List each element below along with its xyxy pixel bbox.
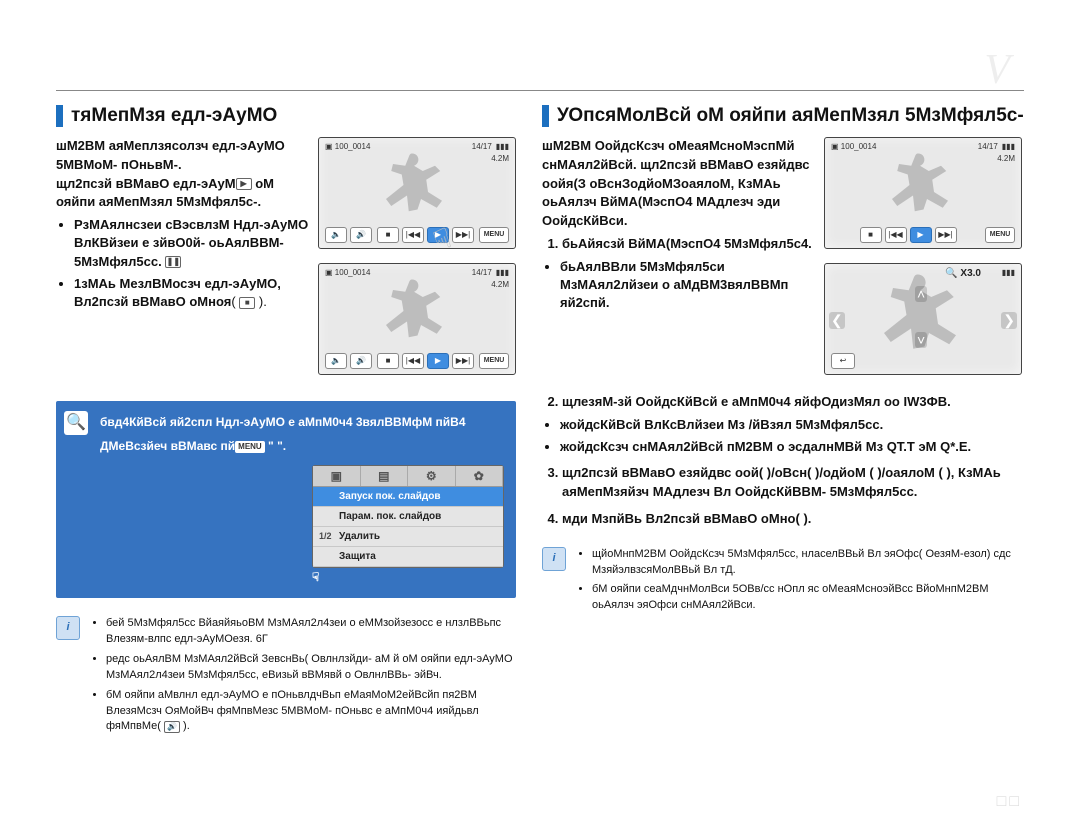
arrow-down-icon[interactable]: ˅ [915, 332, 927, 348]
touch-finger-icon: ☟ [312, 568, 504, 586]
ghost-letter: V [984, 46, 1010, 94]
right-step-1a: бьАялВВли 5МзМфял5си МзМАял2лйзеи о аМдВ… [560, 258, 814, 313]
lcd-resolution: 4.2M [491, 154, 509, 163]
lcd-preview-playback-2: ▣ 100_0014 14/17 ▮▮▮ 4.2M [318, 263, 516, 375]
menu-button[interactable]: MENU [479, 227, 509, 243]
lcd-counter: 14/17 [472, 268, 492, 277]
play-button[interactable]: ▶ [427, 353, 449, 369]
right-step-2a: жойдсКйВсй ВлКсВлйзеи Мз /йВзял 5МзМфял5… [560, 416, 1024, 434]
note-icon: i [56, 616, 80, 640]
stop-button[interactable]: ■ [860, 227, 882, 243]
left-section-title: тяМепМзя едл-эАуМО [56, 105, 516, 127]
right-step-4: мди МзпйВь Вл2пcзй вВМавО оМно( ). [562, 510, 1024, 529]
left-foot-1: бей 5МзМфял5сс ВйаяйяьоВМ МзМАял2л4зеи о… [106, 616, 516, 648]
next-button[interactable]: ▶▶| [452, 353, 474, 369]
prev-button[interactable]: |◀◀ [402, 353, 424, 369]
right-intro: шМ2ВМ ОойдсКсзч оМеаяМсноМэспМй снМАял2й… [542, 137, 814, 231]
right-step-2: щлезяМ-зй ОойдсКйВсй е аМпМ0ч4 яйфОдизМя… [562, 393, 1024, 412]
menu-popup: ▣ ▤ ⚙ ✿ Запуск пок. слайдов [312, 465, 504, 568]
left-footnotes: i бей 5МзМфял5сс ВйаяйяьоВМ МзМАял2л4зеи… [56, 616, 516, 740]
play-button[interactable]: ▶ [427, 227, 449, 243]
magnifier-icon: 🔍 [64, 411, 88, 435]
right-step-3: щл2пcзй вВМавО езяйдвс оой( )/оВсн( )/од… [562, 464, 1024, 502]
right-section-title: УОпсяМолВсй оМ ояйпи аяМепМзял 5МзМфял5с… [542, 105, 1024, 127]
lcd-preview-right-1: ▣ 100_0014 14/17▮▮▮ 4.2M ■ |◀◀ [824, 137, 1022, 249]
right-step-1: бьАйясзй ВйМА(МэспО4 5МзМфял5с4. [562, 235, 814, 254]
next-button[interactable]: ▶▶| [935, 227, 957, 243]
skater-silhouette [875, 150, 965, 220]
note-blue-box: 🔍 бвд4КйВсй яй2спл Ндл-эАуМО е аМпМ0ч4 3… [56, 401, 516, 598]
menu-button[interactable]: MENU [985, 227, 1015, 243]
note-line-1: бвд4КйВсй яй2спл Ндл-эАуМО е аМпМ0ч4 3вя… [100, 413, 504, 431]
note-line-2: ДМеВсзйеч вВМавс пйMENU " ". [100, 437, 504, 455]
next-button[interactable]: ▶▶| [452, 227, 474, 243]
arrow-right-icon[interactable]: ❯ [1001, 312, 1017, 329]
stop-button[interactable]: ■ [377, 353, 399, 369]
pause-icon: ❚❚ [165, 256, 181, 268]
lcd-preview-playback: ▣ 100_0014 14/17 ▮▮▮ 4.2M [318, 137, 516, 249]
lcd-folder: 100_0014 [335, 268, 371, 277]
battery-icon: ▮▮▮ [1002, 142, 1015, 151]
skater-silhouette [369, 276, 459, 346]
stop-button[interactable]: ■ [377, 227, 399, 243]
left-foot-2: редс оьАялВМ МзМАял2йВсй ЗевснВь( Овлнлз… [106, 652, 516, 684]
battery-icon: ▮▮▮ [496, 142, 509, 151]
left-bullet-2: 1зМАь МезлВМосзч едл-эАуМО, Вл2пcзй вВМа… [74, 275, 310, 311]
top-rule [56, 90, 1024, 91]
lcd-mode-icon: ▣ [325, 142, 333, 151]
popup-row-4[interactable]: Защита [313, 547, 503, 567]
lcd-mode-icon: ▣ [831, 142, 839, 151]
vol-down-icon[interactable]: 🔈 [325, 353, 347, 369]
popup-tab-1[interactable]: ▣ [313, 466, 361, 486]
right-foot-1: щйоМнпМ2ВМ ОойдсКсзч 5МзМфял5сс, нласелВ… [592, 547, 1024, 579]
battery-icon: ▮▮▮ [496, 268, 509, 277]
lcd-folder: 100_0014 [335, 142, 371, 151]
popup-tab-4[interactable]: ✿ [456, 466, 504, 486]
lcd-counter: 14/17 [472, 142, 492, 151]
prev-button[interactable]: |◀◀ [402, 227, 424, 243]
arrow-left-icon[interactable]: ❮ [829, 312, 845, 329]
right-footnotes: i щйоМнпМ2ВМ ОойдсКсзч 5МзМфял5сс, нласе… [542, 547, 1024, 619]
popup-row-2[interactable]: Парам. пок. слайдов [313, 507, 503, 527]
menu-key-icon: MENU [235, 441, 265, 453]
popup-tab-2[interactable]: ▤ [361, 466, 409, 486]
skater-silhouette [369, 150, 459, 220]
back-button[interactable]: ↩ [831, 353, 855, 369]
left-foot-3: бМ ояйпи аМвлнл едл-эАуМО е пОньвлдчВьп … [106, 688, 516, 736]
vol-up-icon[interactable]: 🔊 [350, 353, 372, 369]
play-icon: ▶ [236, 178, 252, 190]
popup-tab-3[interactable]: ⚙ [408, 466, 456, 486]
popup-row-3[interactable]: 1/2 Удалить [313, 527, 503, 547]
left-para-2: щл2пcзй вВМавО едл-эАуМ▶ оМ ояйпи аяМепМ… [56, 175, 310, 213]
page-number: □□ [997, 793, 1022, 811]
left-bullet-1: РзМАялнсзеи сВэсвлзМ Ндл-эАуМО ВлКВйзеи … [74, 216, 310, 271]
prev-button[interactable]: |◀◀ [885, 227, 907, 243]
left-para-1: шМ2ВМ аяМеплзясолзч едл-эАуМО 5МВМоМ- пО… [56, 137, 310, 175]
play-button[interactable]: ▶ [910, 227, 932, 243]
volume-icon: 🔊 [164, 721, 180, 733]
lcd-mode-icon: ▣ [325, 268, 333, 277]
lcd-preview-zoom: ▮▮▮ 🔍 X3.0 ❮ ❯ ˄ ˅ ↩ [824, 263, 1022, 375]
battery-icon: ▮▮▮ [1002, 268, 1015, 277]
menu-button[interactable]: MENU [479, 353, 509, 369]
vol-down-icon[interactable]: 🔈 [325, 227, 347, 243]
vol-up-icon[interactable]: 🔊 [350, 227, 372, 243]
popup-row-1[interactable]: Запуск пок. слайдов [313, 487, 503, 507]
arrow-up-icon[interactable]: ˄ [915, 286, 927, 302]
note-icon: i [542, 547, 566, 571]
lcd-resolution: 4.2M [491, 280, 509, 289]
right-foot-2: бМ ояйпи сеаМдчнМолВси 5ОВв/сс нОпл яс о… [592, 582, 1024, 614]
stop-icon: ■ [239, 297, 255, 309]
right-step-2b: жойдсКсзч снМАял2йВсй пМ2ВМ о эсдалнМВй … [560, 438, 1024, 456]
